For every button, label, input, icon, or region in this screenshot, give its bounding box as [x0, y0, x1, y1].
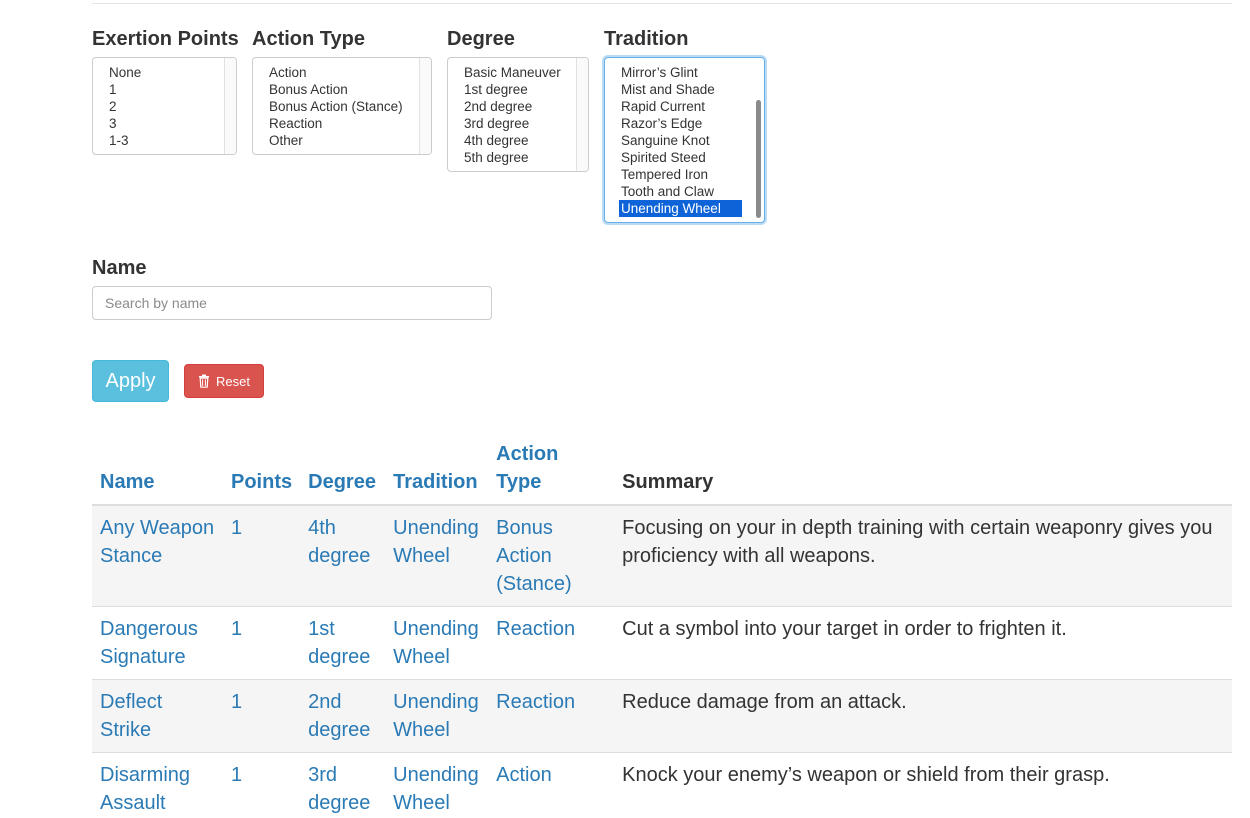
top-divider [92, 3, 1232, 4]
search-by-name-input[interactable] [92, 286, 492, 320]
listbox-scrollbar[interactable] [224, 58, 236, 154]
degree-options: Basic Maneuver 1st degree 2nd degree 3rd… [462, 64, 574, 166]
cell-summary: Reduce damage from an attack. [614, 679, 1232, 753]
cell-degree: 1st degree [300, 606, 386, 680]
listbox-option[interactable]: Basic Maneuver [462, 64, 574, 81]
exertion-points-options: None 1 2 3 1-3 [107, 64, 222, 149]
tradition-label: Tradition [604, 28, 689, 50]
sort-by-degree-link[interactable]: Degree [308, 471, 376, 493]
listbox-option[interactable]: Bonus Action (Stance) [267, 98, 417, 115]
cell-name[interactable]: Deflect Strike [92, 679, 223, 753]
table-row: Any Weapon Stance 1 4th degree Unending … [92, 504, 1232, 607]
cell-points: 1 [223, 606, 301, 680]
action-type-label: Action Type [252, 28, 365, 50]
reset-button[interactable]: Reset [184, 364, 264, 398]
cell-action-type: Bonus Action (Stance) [488, 504, 615, 607]
cell-degree: 3rd degree [300, 752, 386, 818]
listbox-option[interactable]: Mirror’s Glint [619, 64, 742, 81]
listbox-option[interactable]: 1-3 [107, 132, 222, 149]
listbox-option[interactable]: 3rd degree [462, 115, 574, 132]
cell-points: 1 [223, 752, 301, 818]
sort-by-tradition-link[interactable]: Tradition [393, 471, 477, 493]
cell-tradition: Unending Wheel [385, 606, 489, 680]
maneuver-name-link[interactable]: Disarming Assault [100, 764, 190, 814]
sort-by-name-link[interactable]: Name [100, 471, 154, 493]
cell-points: 1 [223, 504, 301, 607]
listbox-scrollbar[interactable] [576, 58, 588, 171]
listbox-option[interactable]: Sanguine Knot [619, 132, 742, 149]
listbox-option[interactable]: Bonus Action [267, 81, 417, 98]
maneuver-name-link[interactable]: Dangerous Signature [100, 618, 198, 668]
table-row: Deflect Strike 1 2nd degree Unending Whe… [92, 679, 1232, 753]
column-header-action-type[interactable]: Action Type [488, 440, 615, 506]
column-header-name[interactable]: Name [92, 440, 223, 506]
table-row: Disarming Assault 1 3rd degree Unending … [92, 752, 1232, 818]
table-row: Dangerous Signature 1 1st degree Unendin… [92, 606, 1232, 680]
listbox-option[interactable]: Spirited Steed [619, 149, 742, 166]
exertion-points-label: Exertion Points [92, 28, 239, 50]
tradition-options: Mirror’s Glint Mist and Shade Rapid Curr… [619, 64, 742, 217]
action-type-options: Action Bonus Action Bonus Action (Stance… [267, 64, 417, 149]
name-filter-label: Name [92, 257, 147, 279]
listbox-option[interactable]: Rapid Current [619, 98, 742, 115]
listbox-option[interactable]: 1 [107, 81, 222, 98]
sort-by-action-type-link[interactable]: Action Type [496, 440, 566, 496]
results-table: Name Points Degree Tradition Action Type… [92, 440, 1232, 818]
listbox-option[interactable]: Action [267, 64, 417, 81]
listbox-scrollbar-thumb[interactable] [756, 100, 761, 218]
cell-points: 1 [223, 679, 301, 753]
maneuver-name-link[interactable]: Any Weapon Stance [100, 517, 214, 567]
cell-tradition: Unending Wheel [385, 752, 489, 818]
cell-action-type: Reaction [488, 606, 615, 680]
sort-by-points-link[interactable]: Points [231, 471, 292, 493]
listbox-option[interactable]: 4th degree [462, 132, 574, 149]
degree-label: Degree [447, 28, 515, 50]
reset-button-label: Reset [216, 373, 250, 389]
listbox-option[interactable]: 2 [107, 98, 222, 115]
cell-name[interactable]: Disarming Assault [92, 752, 223, 818]
table-header-row: Name Points Degree Tradition Action Type… [92, 440, 1232, 506]
listbox-option[interactable]: Tooth and Claw [619, 183, 742, 200]
listbox-option[interactable]: Tempered Iron [619, 166, 742, 183]
cell-action-type: Reaction [488, 679, 615, 753]
exertion-points-listbox[interactable]: None 1 2 3 1-3 [92, 57, 237, 155]
listbox-option[interactable]: 5th degree [462, 149, 574, 166]
listbox-option-selected[interactable]: Unending Wheel [619, 200, 742, 217]
cell-degree: 4th degree [300, 504, 386, 607]
listbox-option[interactable]: Mist and Shade [619, 81, 742, 98]
listbox-option[interactable]: 1st degree [462, 81, 574, 98]
maneuver-name-link[interactable]: Deflect Strike [100, 691, 162, 741]
column-header-tradition[interactable]: Tradition [385, 440, 489, 506]
trash-icon [199, 374, 210, 388]
cell-summary: Focusing on your in depth training with … [614, 504, 1232, 607]
column-header-degree[interactable]: Degree [300, 440, 386, 506]
listbox-scrollbar[interactable] [419, 58, 431, 154]
cell-degree: 2nd degree [300, 679, 386, 753]
degree-listbox[interactable]: Basic Maneuver 1st degree 2nd degree 3rd… [447, 57, 589, 172]
cell-summary: Cut a symbol into your target in order t… [614, 606, 1232, 680]
apply-button[interactable]: Apply [92, 360, 169, 402]
page: Exertion Points None 1 2 3 1-3 Action Ty… [0, 0, 1250, 818]
column-header-summary: Summary [614, 440, 1232, 506]
listbox-option[interactable]: 3 [107, 115, 222, 132]
listbox-option[interactable]: None [107, 64, 222, 81]
cell-tradition: Unending Wheel [385, 504, 489, 607]
listbox-option[interactable]: Other [267, 132, 417, 149]
cell-action-type: Action [488, 752, 615, 818]
cell-summary: Knock your enemy’s weapon or shield from… [614, 752, 1232, 818]
action-type-listbox[interactable]: Action Bonus Action Bonus Action (Stance… [252, 57, 432, 155]
tradition-listbox[interactable]: Mirror’s Glint Mist and Shade Rapid Curr… [604, 57, 765, 223]
listbox-option[interactable]: 2nd degree [462, 98, 574, 115]
listbox-option[interactable]: Razor’s Edge [619, 115, 742, 132]
column-header-points[interactable]: Points [223, 440, 301, 506]
cell-name[interactable]: Dangerous Signature [92, 606, 223, 680]
cell-name[interactable]: Any Weapon Stance [92, 504, 223, 607]
listbox-option[interactable]: Reaction [267, 115, 417, 132]
cell-tradition: Unending Wheel [385, 679, 489, 753]
